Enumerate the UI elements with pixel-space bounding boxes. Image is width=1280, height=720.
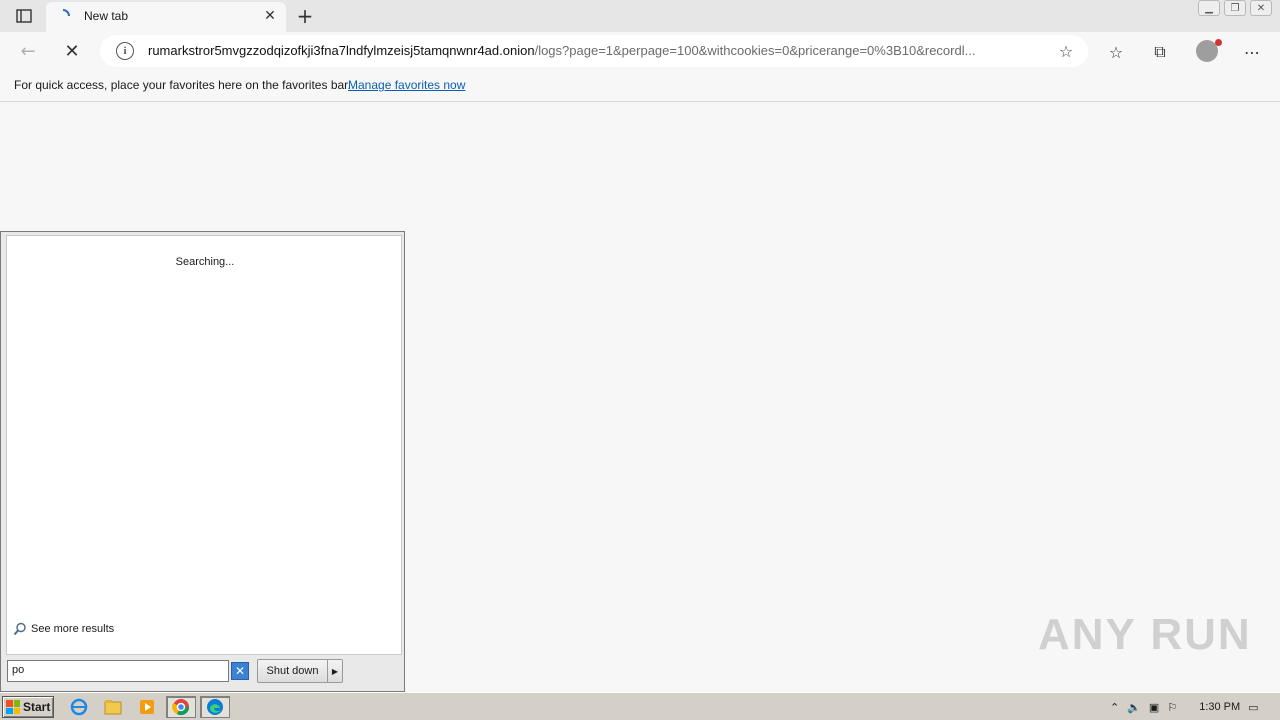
tab-new-tab[interactable]: New tab ✕ xyxy=(46,2,286,32)
loading-icon xyxy=(62,9,70,17)
chrome-taskbar-icon[interactable] xyxy=(166,696,196,718)
favorites-icon[interactable]: ☆ xyxy=(1104,40,1128,64)
add-favorite-icon[interactable]: ☆ xyxy=(1056,41,1076,61)
tab-strip: New tab ✕ + ▁ ❐ ✕ xyxy=(0,0,1280,32)
show-desktop-icon[interactable]: ▭ xyxy=(1248,701,1258,714)
minimize-button[interactable]: ▁ xyxy=(1198,0,1220,16)
shutdown-button[interactable]: Shut down xyxy=(258,660,328,682)
file-explorer-taskbar-icon[interactable] xyxy=(98,696,128,718)
favorites-bar: For quick access, place your favorites h… xyxy=(0,70,1280,102)
searching-status: Searching... xyxy=(175,256,235,268)
see-more-results-label: See more results xyxy=(31,623,115,635)
anyrun-watermark: ANY RUN xyxy=(1038,610,1252,659)
start-search-input[interactable]: po xyxy=(7,660,229,682)
address-bar[interactable]: i rumarkstror5mvgzzodqizofkji3fna7lndfyl… xyxy=(100,35,1088,67)
start-button[interactable]: Start xyxy=(2,696,54,718)
window-controls: ▁ ❐ ✕ xyxy=(1198,0,1272,18)
volume-icon[interactable]: 🔈 xyxy=(1127,701,1141,714)
shutdown-options-arrow-icon[interactable]: ▶ xyxy=(328,660,342,682)
see-more-results-link[interactable]: See more results xyxy=(13,622,114,636)
taskbar: Start ⌃ 🔈 ▣ ⚐ 1:30 PM ▭ xyxy=(0,692,1280,720)
back-button[interactable]: ← xyxy=(14,38,42,64)
url-path: /logs?page=1&perpage=100&withcookies=0&p… xyxy=(534,43,976,58)
windows-logo-icon xyxy=(6,700,20,714)
collections-icon[interactable]: ⧉ xyxy=(1148,40,1172,64)
site-info-icon[interactable]: i xyxy=(116,42,134,60)
manage-favorites-link[interactable]: Manage favorites now xyxy=(348,78,465,92)
tab-actions-button[interactable] xyxy=(8,5,40,27)
tab-actions-icon xyxy=(16,9,32,23)
network-icon[interactable]: ▣ xyxy=(1149,701,1159,714)
search-results-pane: Searching... See more results xyxy=(6,235,402,655)
restore-button[interactable]: ❐ xyxy=(1224,0,1246,16)
start-label: Start xyxy=(23,700,51,714)
stop-loading-button[interactable]: ✕ xyxy=(58,38,86,64)
url-host: rumarkstror5mvgzzodqizofkji3fna7lndfylmz… xyxy=(148,43,535,58)
profile-avatar[interactable] xyxy=(1196,39,1222,62)
more-menu-icon[interactable]: ⋯ xyxy=(1240,40,1264,64)
system-tray: ⌃ 🔈 ▣ ⚐ 1:30 PM ▭ xyxy=(1104,696,1278,718)
clock[interactable]: 1:30 PM xyxy=(1199,701,1240,713)
start-menu: Searching... See more results po ✕ Shut … xyxy=(0,231,405,692)
url-text[interactable]: rumarkstror5mvgzzodqizofkji3fna7lndfylmz… xyxy=(148,43,1048,58)
browser-toolbar: ← ✕ i rumarkstror5mvgzzodqizofkji3fna7ln… xyxy=(0,32,1280,70)
tab-title: New tab xyxy=(84,9,129,23)
clear-search-button[interactable]: ✕ xyxy=(231,662,249,680)
media-player-taskbar-icon[interactable] xyxy=(132,696,162,718)
tray-expand-icon[interactable]: ⌃ xyxy=(1110,701,1119,714)
favorites-bar-message: For quick access, place your favorites h… xyxy=(14,78,351,92)
shutdown-button-group: Shut down ▶ xyxy=(257,659,343,683)
close-window-button[interactable]: ✕ xyxy=(1250,0,1272,16)
new-tab-button[interactable]: + xyxy=(292,4,318,28)
edge-taskbar-icon[interactable] xyxy=(200,696,230,718)
close-tab-icon[interactable]: ✕ xyxy=(262,8,278,24)
action-center-flag-icon[interactable]: ⚐ xyxy=(1167,701,1177,714)
magnifier-icon xyxy=(13,622,26,636)
internet-explorer-taskbar-icon[interactable] xyxy=(64,696,94,718)
